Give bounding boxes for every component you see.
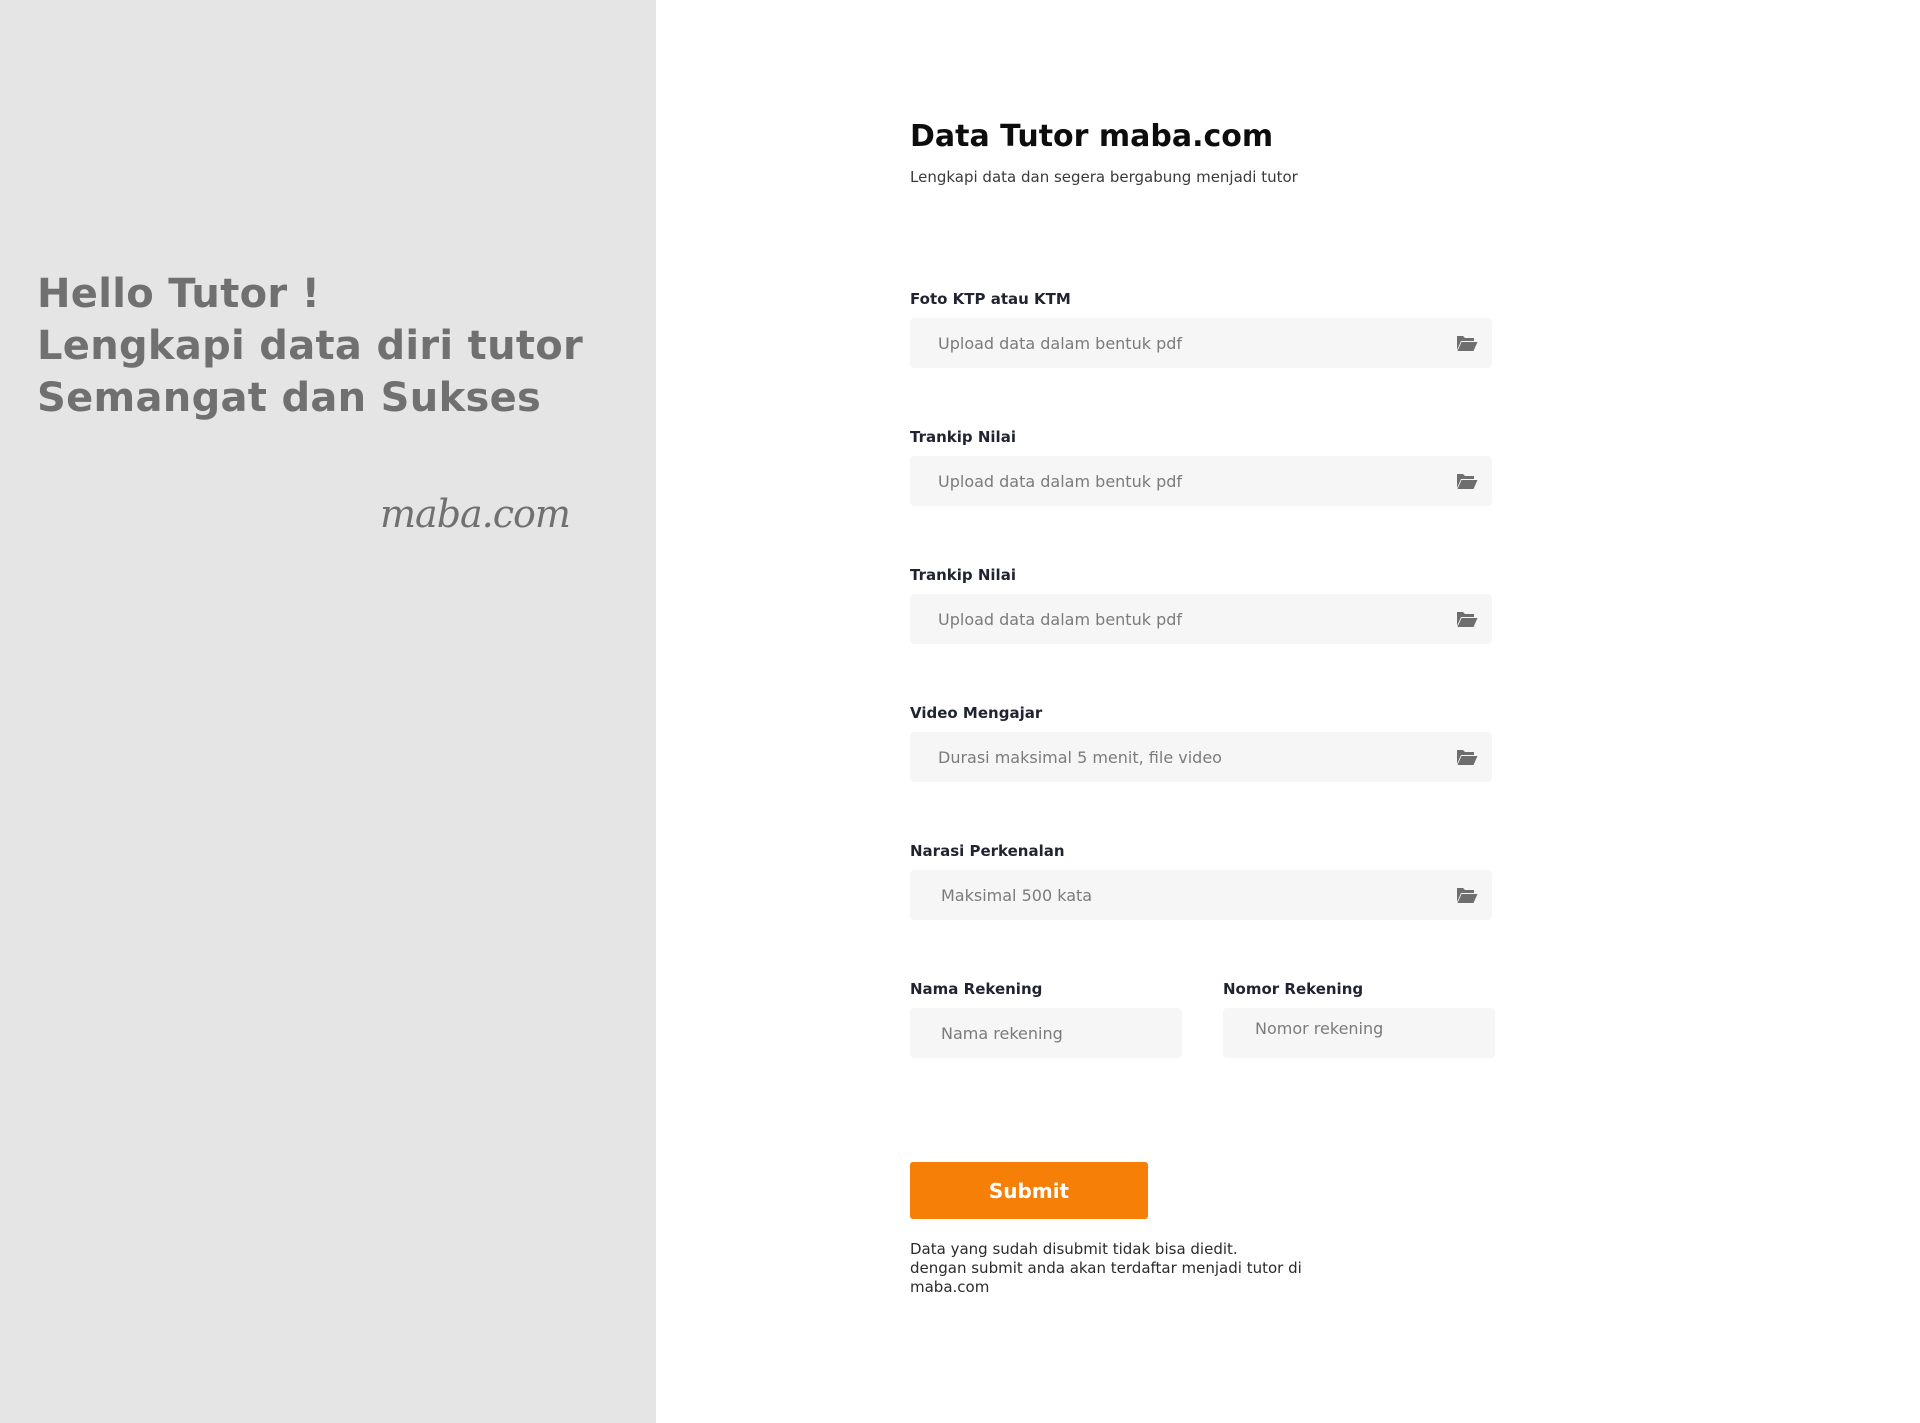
upload-input-foto-ktp[interactable]: Upload data dalam bentuk pdf — [910, 318, 1492, 368]
field-label: Foto KTP atau KTM — [910, 290, 1071, 308]
folder-open-icon[interactable] — [1456, 609, 1478, 629]
submit-button[interactable]: Submit — [910, 1162, 1148, 1219]
submit-note: Data yang sudah disubmit tidak bisa died… — [910, 1240, 1330, 1297]
page: Hello Tutor ! Lengkapi data diri tutor S… — [0, 0, 1920, 1423]
field-trankip-nilai-1: Trankip Nilai Upload data dalam bentuk p… — [910, 428, 1492, 506]
field-narasi-perkenalan: Narasi Perkenalan Maksimal 500 kata — [910, 842, 1492, 920]
note-line-2: dengan submit anda akan terdaftar menjad… — [910, 1259, 1302, 1277]
field-foto-ktp: Foto KTP atau KTM Upload data dalam bent… — [910, 290, 1492, 368]
folder-open-icon[interactable] — [1456, 885, 1478, 905]
field-label: Video Mengajar — [910, 704, 1043, 722]
greeting-line-3: Semangat dan Sukses — [37, 375, 542, 421]
input-placeholder: Upload data dalam bentuk pdf — [938, 609, 1183, 629]
greeting-line-1: Hello Tutor ! — [37, 271, 321, 317]
field-label: Narasi Perkenalan — [910, 842, 1065, 860]
greeting-line-2: Lengkapi data diri tutor — [37, 323, 584, 369]
input-placeholder: Nama rekening — [941, 1023, 1063, 1043]
input-placeholder: Upload data dalam bentuk pdf — [938, 333, 1183, 353]
field-label: Nomor Rekening — [1223, 980, 1364, 998]
upload-input-narasi[interactable]: Maksimal 500 kata — [910, 870, 1492, 920]
note-line-3: maba.com — [910, 1278, 990, 1296]
field-label: Trankip Nilai — [910, 566, 1016, 584]
folder-open-icon[interactable] — [1456, 471, 1478, 491]
note-line-1: Data yang sudah disubmit tidak bisa died… — [910, 1240, 1238, 1258]
field-nama-rekening: Nama Rekening Nama rekening — [910, 980, 1182, 1058]
input-placeholder: Durasi maksimal 5 menit, file video — [938, 747, 1222, 767]
greeting-text: Hello Tutor ! Lengkapi data diri tutor S… — [37, 268, 583, 424]
folder-open-icon[interactable] — [1456, 333, 1478, 353]
folder-open-icon[interactable] — [1456, 747, 1478, 767]
page-title: Data Tutor maba.com — [910, 119, 1274, 154]
brand-logo: maba.com — [380, 492, 571, 536]
page-subtitle: Lengkapi data dan segera bergabung menja… — [910, 168, 1298, 186]
input-placeholder: Maksimal 500 kata — [941, 885, 1093, 905]
field-nomor-rekening: Nomor Rekening Nomor rekening — [1223, 980, 1495, 1058]
field-video-mengajar: Video Mengajar Durasi maksimal 5 menit, … — [910, 704, 1492, 782]
nomor-rekening-input[interactable]: Nomor rekening — [1223, 1008, 1495, 1058]
upload-input-trankip-1[interactable]: Upload data dalam bentuk pdf — [910, 456, 1492, 506]
field-label: Trankip Nilai — [910, 428, 1016, 446]
upload-input-video[interactable]: Durasi maksimal 5 menit, file video — [910, 732, 1492, 782]
nama-rekening-input[interactable]: Nama rekening — [910, 1008, 1182, 1058]
field-label: Nama Rekening — [910, 980, 1043, 998]
left-panel: Hello Tutor ! Lengkapi data diri tutor S… — [0, 0, 656, 1423]
field-trankip-nilai-2: Trankip Nilai Upload data dalam bentuk p… — [910, 566, 1492, 644]
input-placeholder: Nomor rekening — [1255, 1019, 1384, 1038]
input-placeholder: Upload data dalam bentuk pdf — [938, 471, 1183, 491]
upload-input-trankip-2[interactable]: Upload data dalam bentuk pdf — [910, 594, 1492, 644]
